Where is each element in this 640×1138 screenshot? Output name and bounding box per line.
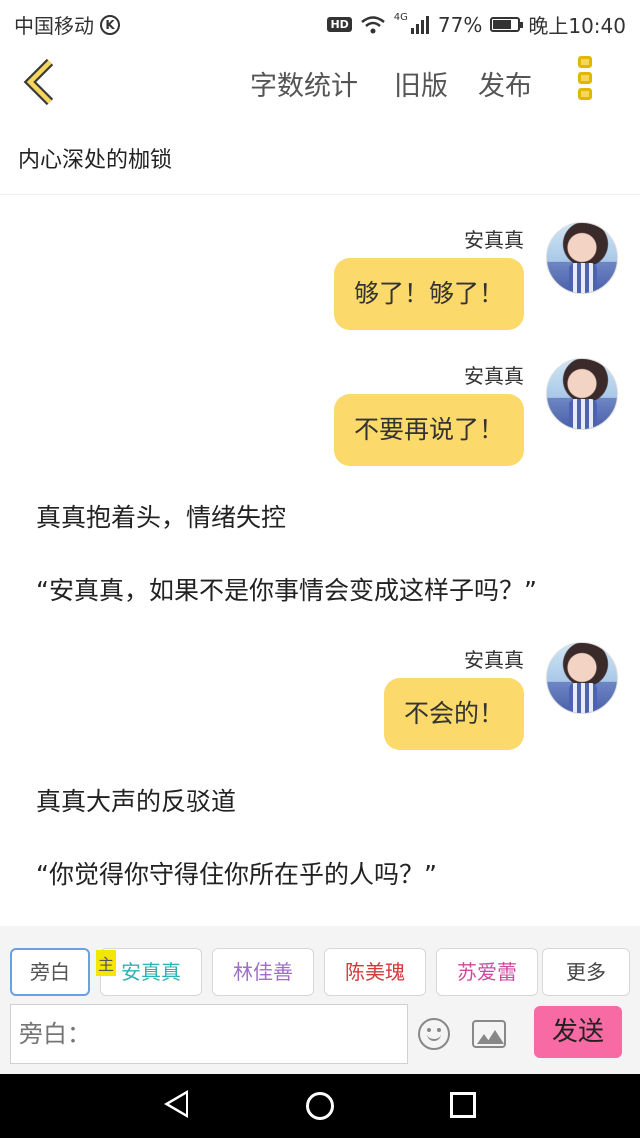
clock: 晚上10:40 — [528, 14, 626, 38]
host-tag: 主 — [96, 950, 117, 976]
speaker-name: 安真真 — [464, 228, 524, 252]
status-left: 中国移动 K — [14, 10, 120, 39]
wifi-icon — [360, 15, 385, 33]
back-button[interactable] — [20, 56, 64, 108]
message-bubble[interactable]: 不会的！ — [383, 678, 524, 750]
story-title[interactable]: 内心深处的枷锁 — [18, 142, 172, 174]
chat-message[interactable]: 安真真 不要再说了！ — [18, 358, 618, 498]
network-type: 4G — [393, 12, 408, 23]
role-chenmeigui-button[interactable]: 陈美瑰 — [324, 948, 426, 996]
speaker-name: 安真真 — [464, 364, 524, 388]
status-right: HD 4G 77% 晚上10:40 — [327, 10, 626, 39]
narration-line[interactable]: “你觉得你守得住你所在乎的人吗？” — [36, 855, 437, 891]
back-triangle-icon[interactable] — [164, 1090, 188, 1118]
role-suailei-button[interactable]: 苏爱蕾 — [436, 948, 538, 996]
menu-dot-icon — [578, 88, 592, 100]
word-count-button[interactable]: 字数统计 — [250, 64, 358, 103]
old-version-button[interactable]: 旧版 — [394, 64, 448, 103]
more-menu-button[interactable] — [578, 56, 600, 108]
message-bubble[interactable]: 够了！够了！ — [333, 258, 524, 330]
carrier-name: 中国移动 — [14, 14, 94, 38]
emoji-icon[interactable] — [418, 1018, 450, 1050]
image-icon[interactable] — [472, 1020, 506, 1048]
role-narrator-button[interactable]: 旁白 — [10, 948, 90, 996]
more-roles-button[interactable]: 更多 — [542, 948, 630, 996]
battery-percent: 77% — [437, 12, 483, 37]
avatar[interactable] — [546, 222, 618, 294]
top-nav: 字数统计 旧版 发布 — [0, 44, 640, 124]
chevron-left-icon — [23, 58, 54, 106]
message-bubble[interactable]: 不要再说了！ — [333, 394, 524, 466]
story-title-row: 内心深处的枷锁 — [0, 124, 640, 195]
avatar[interactable] — [546, 642, 618, 714]
chat-message[interactable]: 安真真 不会的！ — [18, 642, 618, 782]
battery-icon — [490, 17, 524, 32]
send-button[interactable]: 发送 — [534, 1006, 622, 1058]
home-circle-icon[interactable] — [306, 1092, 334, 1120]
status-bar: 中国移动 K HD 4G 77% 晚上10:40 — [0, 0, 640, 44]
carrier-badge-icon: K — [100, 14, 120, 35]
narration-line[interactable]: 真真大声的反驳道 — [36, 782, 236, 818]
system-nav-bar — [0, 1074, 640, 1138]
message-input[interactable] — [10, 1004, 408, 1064]
menu-dot-icon — [578, 56, 592, 68]
recent-apps-square-icon[interactable] — [450, 1092, 476, 1118]
battery-fill — [493, 20, 512, 29]
chat-message[interactable]: 安真真 够了！够了！ — [18, 222, 618, 362]
narration-line[interactable]: 真真抱着头，情绪失控 — [36, 498, 286, 534]
publish-button[interactable]: 发布 — [478, 64, 532, 103]
speaker-name: 安真真 — [464, 648, 524, 672]
menu-dot-icon — [578, 72, 592, 84]
composer-bar: 旁白 安真真 主 林佳善 陈美瑰 苏爱蕾 更多 发送 — [0, 926, 640, 1074]
narration-line[interactable]: “安真真，如果不是你事情会变成这样子吗？” — [36, 571, 537, 607]
hd-icon: HD — [327, 17, 352, 32]
signal-icon — [410, 15, 429, 34]
story-content: 安真真 够了！够了！ 安真真 不要再说了！ 真真抱着头，情绪失控 “安真真，如果… — [0, 196, 640, 926]
role-linjiashan-button[interactable]: 林佳善 — [212, 948, 314, 996]
avatar[interactable] — [546, 358, 618, 430]
